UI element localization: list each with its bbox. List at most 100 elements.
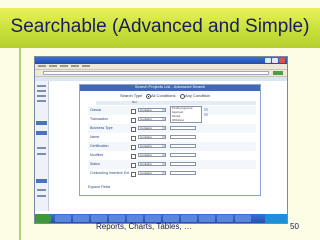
criteria-value-input[interactable]: [170, 126, 196, 130]
slide-footer: Reports, Charts, Tables, …: [96, 222, 192, 231]
taskbar-item[interactable]: [163, 215, 179, 222]
chevron-down-icon: [162, 118, 165, 120]
all-conditions-label: All Conditions: [151, 93, 176, 98]
taskbar-item[interactable]: [91, 215, 107, 222]
not-checkbox[interactable]: [131, 136, 136, 141]
criteria-value-input[interactable]: [170, 171, 196, 175]
sidebar-item[interactable]: [37, 85, 46, 87]
slide-title: Searchable (Advanced and Simple): [10, 16, 310, 37]
column-header: Not: [96, 100, 256, 105]
chevron-down-icon: [162, 145, 165, 147]
operator-value: Contains: [140, 117, 152, 121]
criteria-value-input[interactable]: [170, 162, 196, 166]
operator-select[interactable]: Contains: [138, 117, 166, 121]
not-checkbox[interactable]: [131, 145, 136, 150]
criteria-label: Business Type: [90, 126, 113, 130]
not-checkbox[interactable]: [131, 172, 136, 177]
taskbar-item[interactable]: [109, 215, 125, 222]
operator-select[interactable]: Contains: [138, 162, 166, 166]
search-type-row: Search Type All Conditions Any Condition: [80, 92, 260, 100]
criteria-value-input[interactable]: [170, 144, 196, 148]
minimize-icon[interactable]: [265, 58, 271, 63]
taskbar-item[interactable]: [235, 215, 251, 222]
list-option[interactable]: Pending Approval: [172, 107, 192, 110]
operator-select[interactable]: Contains: [138, 108, 166, 112]
taskbar-item[interactable]: [181, 215, 197, 222]
criteria-label: Contracting Incentive Ent: [90, 171, 130, 175]
taskbar-item[interactable]: [127, 215, 143, 222]
menu-item[interactable]: [38, 65, 46, 67]
operator-value: Contains: [140, 135, 152, 139]
dialog-header: Search Projects List - Advanced Search: [80, 84, 260, 91]
chevron-down-icon: [162, 163, 165, 165]
operator-value: Contains: [140, 171, 152, 175]
sidebar-item[interactable]: [37, 90, 46, 92]
go-button[interactable]: [273, 71, 283, 75]
sidebar-button[interactable]: [36, 121, 47, 125]
system-tray: [265, 214, 287, 223]
operator-value: Contains: [140, 144, 152, 148]
operator-select[interactable]: Contains: [138, 144, 166, 148]
sidebar-button[interactable]: [36, 179, 47, 183]
sidebar-item[interactable]: [37, 195, 46, 197]
operator-value: Contains: [140, 108, 152, 112]
start-button[interactable]: [35, 214, 51, 223]
taskbar-item[interactable]: [145, 215, 161, 222]
operator-select[interactable]: Contains: [138, 171, 166, 175]
taskbar-item[interactable]: [217, 215, 233, 222]
criteria-label: Transaction: [90, 117, 109, 121]
chevron-down-icon: [162, 154, 165, 156]
menu-item[interactable]: [71, 65, 79, 67]
list-option[interactable]: Withdrawn: [172, 119, 184, 122]
sidebar-item[interactable]: [37, 100, 46, 102]
not-checkbox[interactable]: [131, 154, 136, 159]
criteria-row: Certification Contains: [80, 142, 260, 151]
criteria-row: Contracting Incentive Ent Contains: [80, 169, 260, 178]
taskbar-item[interactable]: [55, 215, 71, 222]
not-checkbox[interactable]: [131, 109, 136, 114]
criteria-value-input[interactable]: [170, 135, 196, 139]
address-input[interactable]: [43, 71, 269, 75]
page-number: 50: [290, 222, 299, 231]
status-listbox[interactable]: Pending Approval Approved Denied Withdra…: [170, 106, 202, 123]
list-option[interactable]: Approved: [172, 111, 183, 114]
any-condition-label: Any Condition: [185, 93, 210, 98]
operator-select[interactable]: Contains: [138, 135, 166, 139]
taskbar-item[interactable]: [73, 215, 89, 222]
expand-fields-link[interactable]: Expand Fields: [88, 185, 110, 189]
criteria-label: Status: [90, 162, 100, 166]
window-titlebar: [35, 57, 287, 64]
not-checkbox[interactable]: [131, 163, 136, 168]
list-move-controls: [204, 108, 208, 120]
close-icon[interactable]: [279, 58, 285, 63]
move-right-icon[interactable]: [204, 108, 208, 111]
sidebar-item[interactable]: [37, 189, 46, 191]
criteria-row: Business Type Contains: [80, 124, 260, 133]
operator-select[interactable]: Contains: [138, 153, 166, 157]
address-bar: [35, 70, 287, 77]
chevron-down-icon: [162, 127, 165, 129]
chevron-down-icon: [162, 109, 165, 111]
app-sidebar: [35, 81, 49, 211]
criteria-row: Status Contains: [80, 160, 260, 169]
not-checkbox[interactable]: [131, 118, 136, 123]
criteria-row: Modified Contains: [80, 151, 260, 160]
criteria-label: Certification: [90, 144, 109, 148]
criteria-value-input[interactable]: [170, 153, 196, 157]
sidebar-button[interactable]: [36, 131, 47, 135]
taskbar-item[interactable]: [199, 215, 215, 222]
menu-item[interactable]: [82, 65, 90, 67]
sidebar-item[interactable]: [37, 147, 46, 149]
menu-item[interactable]: [49, 65, 57, 67]
move-left-icon[interactable]: [204, 113, 208, 116]
operator-value: Contains: [140, 162, 152, 166]
operator-select[interactable]: Contains: [138, 126, 166, 130]
not-checkbox[interactable]: [131, 127, 136, 132]
maximize-icon[interactable]: [272, 58, 278, 63]
menu-item[interactable]: [60, 65, 68, 67]
sidebar-item[interactable]: [37, 153, 46, 155]
sidebar-item[interactable]: [37, 95, 46, 97]
list-option[interactable]: Denied: [172, 115, 180, 118]
chevron-down-icon: [162, 172, 165, 174]
embedded-screenshot: Search Projects List - Advanced Search S…: [34, 56, 288, 224]
